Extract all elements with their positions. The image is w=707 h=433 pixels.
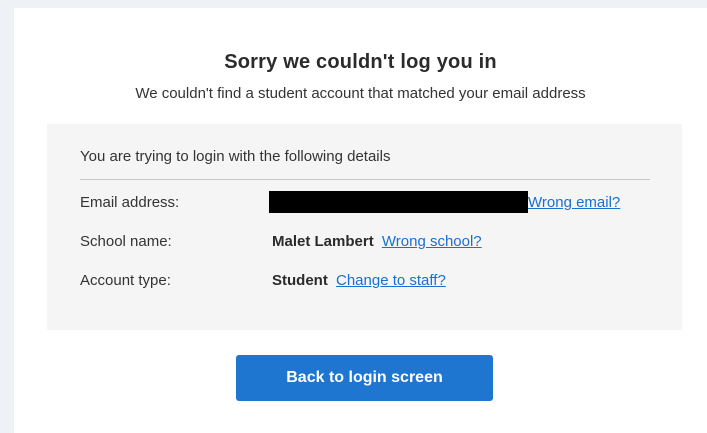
login-error-page: Sorry we couldn't log you in We couldn't… — [0, 0, 707, 433]
wrong-school-link[interactable]: Wrong school? — [382, 233, 482, 250]
page-subtitle: We couldn't find a student account that … — [135, 85, 586, 102]
detail-row-school: School name: Malet Lambert Wrong school? — [80, 230, 670, 254]
change-to-staff-link[interactable]: Change to staff? — [336, 272, 446, 289]
account-type-label: Account type: — [80, 272, 171, 289]
detail-row-email: Email address: Wrong email? — [80, 191, 670, 215]
login-details-panel: You are trying to login with the followi… — [47, 124, 682, 330]
school-label: School name: — [80, 233, 172, 250]
wrong-email-link[interactable]: Wrong email? — [528, 194, 620, 211]
detail-row-account-type: Account type: Student Change to staff? — [80, 269, 670, 293]
window-left-edge — [0, 0, 14, 433]
school-value: Malet Lambert — [272, 233, 374, 250]
error-card: Sorry we couldn't log you in We couldn't… — [14, 8, 707, 433]
account-type-value-wrap: Student Change to staff? — [272, 269, 446, 293]
email-value: Wrong email? — [269, 191, 620, 215]
details-heading: You are trying to login with the followi… — [80, 148, 391, 165]
details-divider — [80, 179, 650, 180]
page-title: Sorry we couldn't log you in — [224, 51, 497, 73]
email-label: Email address: — [80, 194, 180, 211]
window-top-edge — [0, 0, 707, 8]
email-redaction-bar — [269, 191, 528, 214]
school-value-wrap: Malet Lambert Wrong school? — [272, 230, 482, 254]
back-to-login-button[interactable]: Back to login screen — [236, 355, 493, 401]
account-type-value: Student — [272, 272, 328, 289]
